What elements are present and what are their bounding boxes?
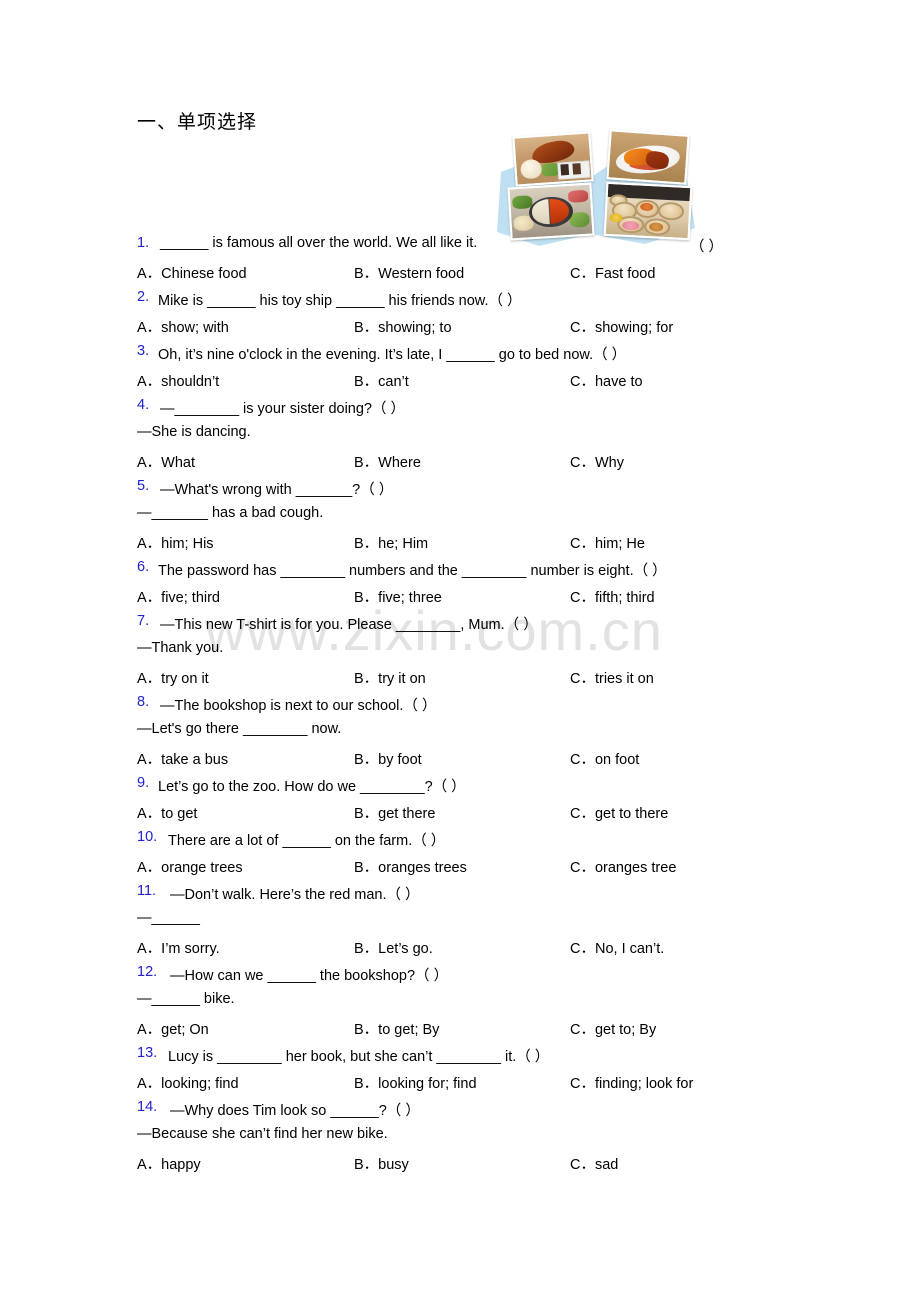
option-6-c[interactable]: C．fifth; third xyxy=(570,586,655,607)
option-11-c[interactable]: C．No, I can’t. xyxy=(570,937,664,958)
question-stem-12: —How can we ______ the bookshop?（ ） xyxy=(170,968,449,984)
question-number-3: 3. xyxy=(137,343,150,359)
option-5-b[interactable]: B．he; Him xyxy=(354,532,428,553)
question-stem-14: —Why does Tim look so ______?（ ） xyxy=(170,1103,420,1119)
question-stem-11: —Don’t walk. Here’s the red man.（ ） xyxy=(170,887,420,903)
question-number-7: 7. xyxy=(137,613,150,629)
question-stem-10: There are a lot of ______ on the farm.（ … xyxy=(168,833,446,849)
option-9-a[interactable]: A．to get xyxy=(137,802,197,823)
option-12-b[interactable]: B．to get; By xyxy=(354,1018,439,1039)
question-stem-9: Let’s go to the zoo. How do we ________?… xyxy=(158,779,466,795)
option-8-c[interactable]: C．on foot xyxy=(570,748,639,769)
question-number-4: 4. xyxy=(137,397,150,413)
question-stem-1: ______ is famous all over the world. We … xyxy=(160,235,478,251)
option-14-c[interactable]: C．sad xyxy=(570,1153,618,1174)
option-4-a[interactable]: A．What xyxy=(137,451,195,472)
food-photo-hotpot xyxy=(507,182,595,241)
option-5-a[interactable]: A．him; His xyxy=(137,532,214,553)
question-stem-13: Lucy is ________ her book, but she can’t… xyxy=(168,1049,550,1065)
question-stem-12-line2: —______ bike. xyxy=(137,991,235,1007)
food-photo-dim-sum xyxy=(603,181,693,241)
option-1-b[interactable]: B．Western food xyxy=(354,262,464,283)
option-10-a[interactable]: A．orange trees xyxy=(137,856,243,877)
question-stem-2: Mike is ______ his toy ship ______ his f… xyxy=(158,293,522,309)
question-stem-8-line2: —Let's go there ________ now. xyxy=(137,721,342,737)
option-8-a[interactable]: A．take a bus xyxy=(137,748,228,769)
option-1-a[interactable]: A．Chinese food xyxy=(137,262,247,283)
option-14-b[interactable]: B．busy xyxy=(354,1153,409,1174)
question-stem-3: Oh, it’s nine o'clock in the evening. It… xyxy=(158,347,627,363)
option-9-b[interactable]: B．get there xyxy=(354,802,435,823)
question-number-6: 6. xyxy=(137,559,150,575)
document-page: www.zixin.com.cn 一、单项选择 1. ______ is fam… xyxy=(0,0,920,1302)
question-stem-7-line2: —Thank you. xyxy=(137,640,224,656)
option-12-c[interactable]: C．get to; By xyxy=(570,1018,656,1039)
option-11-a[interactable]: A．I’m sorry. xyxy=(137,937,220,958)
option-3-b[interactable]: B．can’t xyxy=(354,370,409,391)
question-number-2: 2. xyxy=(137,289,150,305)
option-7-a[interactable]: A．try on it xyxy=(137,667,209,688)
option-4-c[interactable]: C．Why xyxy=(570,451,624,472)
question-stem-6: The password has ________ numbers and th… xyxy=(158,563,667,579)
question-stem-5-line2: —_______ has a bad cough. xyxy=(137,505,324,521)
option-7-c[interactable]: C．tries it on xyxy=(570,667,654,688)
option-6-a[interactable]: A．five; third xyxy=(137,586,220,607)
question-number-8: 8. xyxy=(137,694,150,710)
option-13-a[interactable]: A．looking; find xyxy=(137,1072,239,1093)
section-title: 一、单项选择 xyxy=(137,111,258,133)
question-stem-5: —What's wrong with _______?（ ） xyxy=(160,482,394,498)
chinese-food-photo-collage xyxy=(495,128,700,246)
answer-bracket-1: （ ） xyxy=(690,239,724,255)
option-12-a[interactable]: A．get; On xyxy=(137,1018,209,1039)
option-3-a[interactable]: A．shouldn’t xyxy=(137,370,219,391)
option-6-b[interactable]: B．five; three xyxy=(354,586,442,607)
question-number-12: 12. xyxy=(137,964,158,980)
option-8-b[interactable]: B．by foot xyxy=(354,748,422,769)
option-9-c[interactable]: C．get to there xyxy=(570,802,668,823)
option-2-c[interactable]: C．showing; for xyxy=(570,316,673,337)
option-2-a[interactable]: A．show; with xyxy=(137,316,229,337)
option-2-b[interactable]: B．showing; to xyxy=(354,316,452,337)
question-stem-7: —This new T-shirt is for you. Please ___… xyxy=(160,617,538,633)
option-13-b[interactable]: B．looking for; find xyxy=(354,1072,477,1093)
question-number-5: 5. xyxy=(137,478,150,494)
question-stem-11-line2: —______ xyxy=(137,910,200,926)
question-number-10: 10. xyxy=(137,829,158,845)
option-7-b[interactable]: B．try it on xyxy=(354,667,426,688)
option-1-c[interactable]: C．Fast food xyxy=(570,262,655,283)
option-10-b[interactable]: B．oranges trees xyxy=(354,856,467,877)
option-13-c[interactable]: C．finding; look for xyxy=(570,1072,693,1093)
question-number-13: 13. xyxy=(137,1045,158,1061)
question-number-11: 11. xyxy=(137,883,157,899)
question-stem-14-line2: —Because she can’t find her new bike. xyxy=(137,1126,388,1142)
question-stem-4: —________ is your sister doing?（ ） xyxy=(160,401,406,417)
option-11-b[interactable]: B．Let’s go. xyxy=(354,937,433,958)
option-10-c[interactable]: C．oranges tree xyxy=(570,856,676,877)
food-photo-braised-dish xyxy=(606,129,690,185)
question-number-14: 14. xyxy=(137,1099,158,1115)
question-stem-8: —The bookshop is next to our school.（ ） xyxy=(160,698,437,714)
option-4-b[interactable]: B．Where xyxy=(354,451,421,472)
option-5-c[interactable]: C．him; He xyxy=(570,532,645,553)
option-14-a[interactable]: A．happy xyxy=(137,1153,201,1174)
food-photo-roast-duck xyxy=(512,131,594,187)
question-number-9: 9. xyxy=(137,775,150,791)
option-3-c[interactable]: C．have to xyxy=(570,370,643,391)
question-stem-4-line2: —She is dancing. xyxy=(137,424,251,440)
question-number-1: 1. xyxy=(137,235,150,251)
